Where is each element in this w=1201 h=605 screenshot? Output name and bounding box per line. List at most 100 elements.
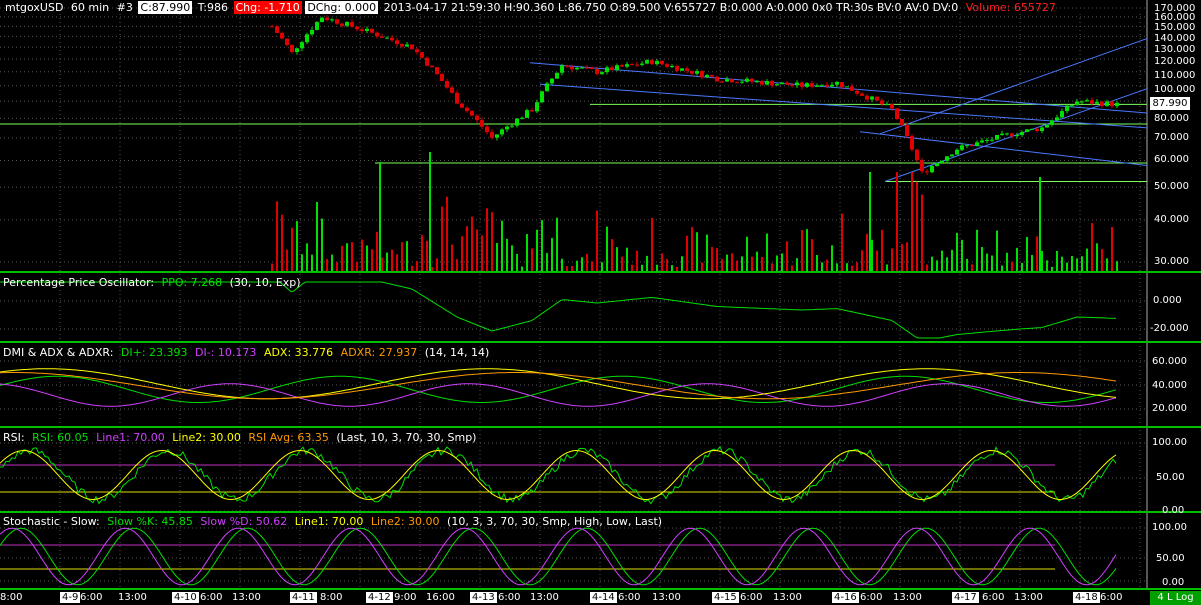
time-axis-label: 9:00 (394, 592, 417, 603)
candle-body (725, 79, 729, 82)
candle-body (745, 78, 749, 82)
time-axis-label: 6:00 (1100, 592, 1123, 603)
candle-body (1060, 111, 1064, 118)
candle-body (1070, 105, 1074, 107)
time-axis-label: 4-18 (1073, 592, 1100, 603)
candle-body (465, 107, 469, 112)
rsi-value: RSI: 60.05 (32, 431, 89, 444)
candle-body (655, 60, 659, 65)
candle-body (850, 86, 854, 91)
time-axis-label: 6:00 (982, 592, 1005, 603)
stoch-axis-2: 0.00 (1162, 577, 1185, 588)
volume-bar (821, 262, 823, 272)
time-axis-label: 6:00 (80, 592, 103, 603)
trend-line (859, 131, 1148, 166)
candle-body (815, 85, 819, 87)
volume-bar (506, 238, 508, 272)
volume-bar (611, 239, 613, 272)
volume-bar (296, 221, 298, 272)
time-axis-label: 13:00 (530, 592, 559, 603)
candle-body (620, 65, 624, 67)
volume-bar (396, 254, 398, 272)
candle-body (385, 37, 389, 39)
candle-body (995, 134, 999, 140)
candle-body (1045, 124, 1049, 128)
dmi-axis-0: 60.000 (1152, 356, 1187, 367)
volume-bar (556, 217, 558, 272)
volume-bar (701, 262, 703, 272)
candle-body (320, 17, 324, 23)
volume-spike (379, 162, 381, 272)
stoch-line2: Line2: 30.00 (370, 515, 440, 528)
volume-bar (486, 208, 488, 272)
volume-bar (1091, 223, 1093, 272)
volume-bar (456, 259, 458, 272)
candle-body (330, 19, 334, 21)
time-axis-label: 8:00 (320, 592, 343, 603)
candle-body (525, 110, 529, 118)
volume-bars (271, 152, 1118, 272)
candle-body (365, 28, 369, 31)
candle-body (340, 23, 344, 26)
volume-bar (336, 262, 338, 272)
candle-body (925, 171, 929, 173)
candle-body (505, 126, 509, 130)
price-axis-label: 150.000 (1154, 22, 1196, 33)
candle-body (395, 40, 399, 44)
volume-bar (696, 232, 698, 272)
volume-bar (781, 253, 783, 272)
volume-bar (651, 217, 653, 272)
time-axis-label: 4-17 (952, 592, 979, 603)
volume-bar (491, 212, 493, 272)
volume-bar (1036, 236, 1038, 272)
candle-body (435, 67, 439, 75)
volume-bar (621, 256, 623, 272)
candle-body (425, 57, 429, 66)
candle-body (510, 125, 514, 127)
candle-body (760, 81, 764, 85)
volume-bar (426, 240, 428, 272)
volume-bar (596, 210, 598, 272)
ppo-value: PPO: 7.268 (161, 276, 223, 289)
interval-label[interactable]: 60 min (69, 1, 111, 14)
volume-bar (331, 254, 333, 272)
candle-body (345, 22, 349, 26)
stoch-axis-1: 50.00 (1156, 553, 1185, 564)
time-axis-label: 4-15 (712, 592, 739, 603)
adxr-value: ADXR: 27.937 (340, 346, 418, 359)
candle-body (715, 76, 719, 82)
volume-bar (961, 239, 963, 272)
volume-bar (631, 264, 633, 272)
candle-body (490, 132, 494, 138)
volume-bar (661, 253, 663, 272)
volume-spike (429, 152, 431, 272)
candle-body (805, 83, 809, 87)
candle-body (750, 78, 754, 82)
volume-spike (869, 172, 871, 272)
time-axis-label: 6:00 (860, 592, 883, 603)
volume-bar (446, 196, 448, 272)
time-axis-label: 13:00 (232, 592, 261, 603)
candle-body (930, 166, 934, 173)
dmi-title: DMI & ADX & ADXR: (3, 346, 114, 359)
candle-body (935, 163, 939, 167)
candle-body (650, 60, 654, 65)
candle-body (315, 22, 319, 30)
price-axis-label: 110.000 (1154, 70, 1196, 81)
volume-bar (516, 253, 518, 272)
volume-bar (826, 259, 828, 272)
volume-bar (686, 235, 688, 272)
candle-body (835, 82, 839, 85)
price-axis-label: 70.000 (1154, 132, 1189, 143)
symbol-label[interactable]: mtgoxUSD (3, 1, 65, 14)
volume-bar (706, 234, 708, 272)
candle-body (900, 119, 904, 126)
scale-mode-button[interactable]: 4 L Log (1150, 591, 1201, 605)
candle-body (280, 32, 284, 39)
candle-body (1025, 129, 1029, 132)
candle-body (905, 125, 909, 137)
volume-bar (1021, 263, 1023, 272)
candle-body (1020, 131, 1024, 136)
volume-bar (921, 194, 923, 272)
candle-body (820, 84, 824, 86)
